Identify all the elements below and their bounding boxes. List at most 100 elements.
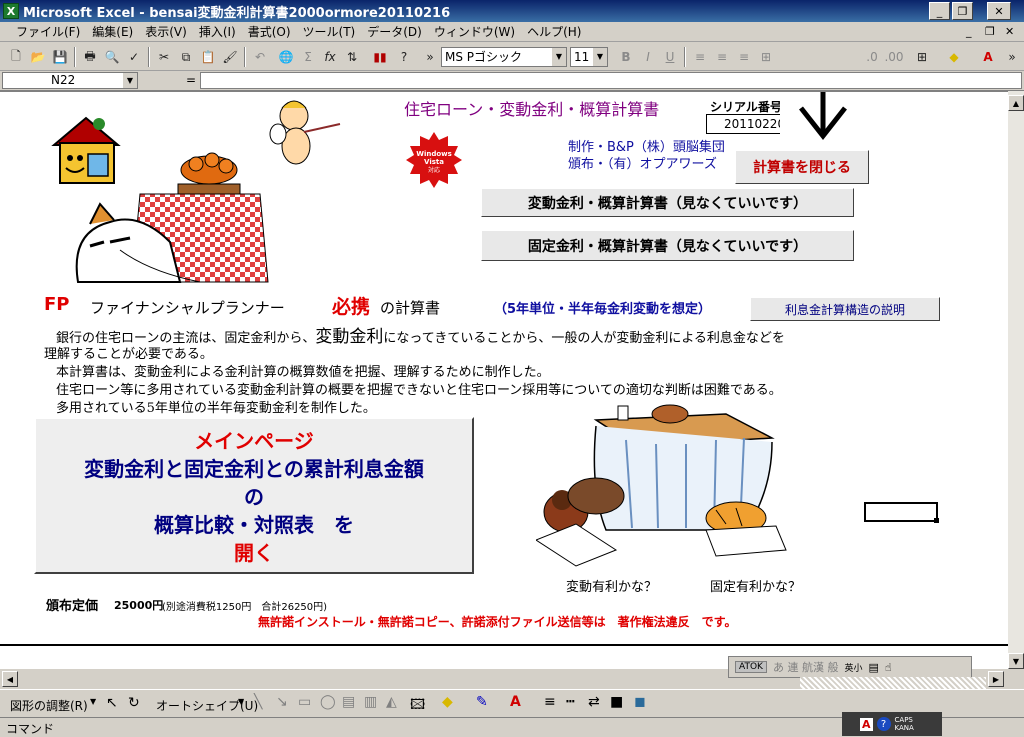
- line-color-icon[interactable]: ✎: [476, 694, 488, 710]
- structure-button[interactable]: 利息金計算構造の説明: [750, 297, 940, 321]
- print-icon[interactable]: 🖶: [80, 47, 100, 67]
- textbox-icon[interactable]: ▤: [342, 694, 355, 710]
- menu-tools[interactable]: ツール(T): [297, 23, 362, 40]
- arrow-line-icon[interactable]: ↘: [276, 694, 288, 710]
- menu-insert[interactable]: 挿入(I): [193, 23, 242, 40]
- toolbar-options-icon[interactable]: »: [420, 47, 440, 67]
- main-page-line-5: 開く: [234, 541, 274, 565]
- vertical-scrollbar[interactable]: ▲ ▼: [1008, 91, 1024, 669]
- hscroll-track[interactable]: [800, 677, 986, 689]
- formula-input[interactable]: [200, 72, 1022, 89]
- help-circle-icon[interactable]: ?: [876, 717, 891, 731]
- shadow-icon[interactable]: ■: [610, 694, 623, 710]
- italic-button[interactable]: I: [638, 47, 658, 67]
- adjust-shapes-menu[interactable]: 図形の調整(R): [10, 697, 88, 714]
- line-icon[interactable]: ╲: [254, 694, 262, 710]
- selected-cell[interactable]: [864, 502, 938, 522]
- ime-input-mode[interactable]: 英小: [844, 661, 862, 674]
- sort-icon[interactable]: ⇅: [342, 47, 362, 67]
- font-color-icon[interactable]: A: [978, 47, 998, 67]
- ime-mode-chars[interactable]: あ 連 航漢 般: [773, 659, 839, 675]
- doc-restore-button[interactable]: ❐: [985, 25, 995, 38]
- menu-format[interactable]: 書式(O): [242, 23, 297, 40]
- rotate-icon[interactable]: ↻: [128, 695, 140, 711]
- minimize-button[interactable]: _: [929, 2, 950, 20]
- scroll-down-icon[interactable]: ▼: [1008, 653, 1024, 669]
- merge-center-icon[interactable]: ⊞: [756, 47, 776, 67]
- font-name-combo[interactable]: MS Pゴシック ▼: [441, 47, 567, 67]
- arrow-style-icon[interactable]: ⇄: [588, 694, 600, 710]
- autosum-icon[interactable]: Σ: [298, 47, 318, 67]
- menu-window[interactable]: ウィンドウ(W): [428, 23, 521, 40]
- atok-label[interactable]: ATOK: [735, 661, 767, 673]
- main-page-button[interactable]: メインページ 変動金利と固定金利との累計利息金額 の 概算比較・対照表 を 開く: [34, 417, 474, 574]
- 3d-icon[interactable]: ◼: [634, 694, 646, 710]
- chart-wizard-icon[interactable]: ▮▮: [370, 47, 390, 67]
- fill-color-draw-icon[interactable]: ◆: [442, 694, 453, 710]
- function-icon[interactable]: fx: [320, 47, 340, 67]
- hyperlink-icon[interactable]: 🌐: [276, 47, 296, 67]
- rectangle-icon[interactable]: ▭: [298, 694, 311, 710]
- help-icon[interactable]: ?: [394, 47, 414, 67]
- formula-equals[interactable]: =: [186, 73, 196, 87]
- menu-edit[interactable]: 編集(E): [86, 23, 139, 40]
- copy-icon[interactable]: ⧉: [176, 47, 196, 67]
- chevron-down-icon[interactable]: ▼: [593, 48, 607, 66]
- scroll-right-icon[interactable]: ▶: [988, 671, 1004, 687]
- restore-button[interactable]: ❐: [952, 2, 973, 20]
- ime-hand-icon[interactable]: ☝: [885, 661, 892, 674]
- tray-area: A ? CAPS KANA: [842, 712, 942, 736]
- chevron-down-icon[interactable]: ▼: [238, 697, 244, 706]
- print-preview-icon[interactable]: 🔍: [102, 47, 122, 67]
- worksheet[interactable]: Windows Vista 対応 住宅ローン・変動金利・概算計算書 シリアル番号…: [0, 91, 1008, 669]
- chevron-down-icon[interactable]: ▼: [552, 48, 566, 66]
- doc-minimize-button[interactable]: _: [966, 25, 972, 38]
- font-color-draw-icon[interactable]: A: [510, 694, 521, 710]
- dash-style-icon[interactable]: ┅: [566, 694, 574, 710]
- increase-decimal-icon[interactable]: .0: [862, 47, 882, 67]
- fill-handle[interactable]: [934, 518, 939, 523]
- menu-help[interactable]: ヘルプ(H): [521, 23, 587, 40]
- toolbar-options-icon-2[interactable]: »: [1002, 47, 1022, 67]
- name-box[interactable]: N22 ▼: [2, 72, 138, 89]
- decrease-decimal-icon[interactable]: .00: [884, 47, 904, 67]
- align-center-icon[interactable]: ≡: [712, 47, 732, 67]
- diagram-icon[interactable]: ◭: [386, 694, 397, 710]
- borders-icon[interactable]: ⊞: [912, 47, 932, 67]
- menu-file[interactable]: ファイル(F): [10, 23, 86, 40]
- align-right-icon[interactable]: ≡: [734, 47, 754, 67]
- variable-rate-button[interactable]: 変動金利・概算計算書（見なくていいです）: [481, 188, 854, 217]
- close-button[interactable]: ✕: [987, 2, 1011, 20]
- scroll-up-icon[interactable]: ▲: [1008, 95, 1024, 111]
- undo-icon[interactable]: ↶: [250, 47, 270, 67]
- doc-close-button[interactable]: ✕: [1005, 25, 1014, 38]
- line-style-icon[interactable]: ≡: [544, 694, 556, 710]
- chevron-down-icon[interactable]: ▼: [90, 697, 96, 706]
- menu-data[interactable]: データ(D): [361, 23, 428, 40]
- spelling-icon[interactable]: ✓: [124, 47, 144, 67]
- menu-view[interactable]: 表示(V): [139, 23, 193, 40]
- ime-menu-icon[interactable]: ▤: [868, 661, 878, 674]
- open-icon[interactable]: 📂: [28, 47, 48, 67]
- fixed-rate-button[interactable]: 固定金利・概算計算書（見なくていいです）: [481, 230, 854, 261]
- ime-a-icon[interactable]: A: [860, 717, 873, 731]
- wordart-icon[interactable]: ▥: [364, 694, 377, 710]
- format-painter-icon[interactable]: 🖌: [220, 47, 240, 67]
- bold-button[interactable]: B: [616, 47, 636, 67]
- font-size-combo[interactable]: 11 ▼: [570, 47, 608, 67]
- cut-icon[interactable]: ✂: [154, 47, 174, 67]
- save-icon[interactable]: 💾: [50, 47, 70, 67]
- clipart-icon[interactable]: 🖾: [410, 694, 425, 718]
- oval-icon[interactable]: ◯: [320, 694, 336, 710]
- underline-button[interactable]: U: [660, 47, 680, 67]
- select-pointer-icon[interactable]: ↖: [106, 695, 118, 711]
- new-icon[interactable]: 🗋: [6, 47, 26, 67]
- fill-color-icon[interactable]: ◆: [944, 47, 964, 67]
- paste-icon[interactable]: 📋: [198, 47, 218, 67]
- align-left-icon[interactable]: ≡: [690, 47, 710, 67]
- cat-kotatsu-illustration: [75, 152, 269, 283]
- close-sheet-button[interactable]: 計算書を閉じる: [735, 150, 869, 184]
- excel-icon[interactable]: X: [3, 3, 19, 19]
- chevron-down-icon[interactable]: ▼: [123, 73, 137, 88]
- scroll-left-icon[interactable]: ◀: [2, 671, 18, 687]
